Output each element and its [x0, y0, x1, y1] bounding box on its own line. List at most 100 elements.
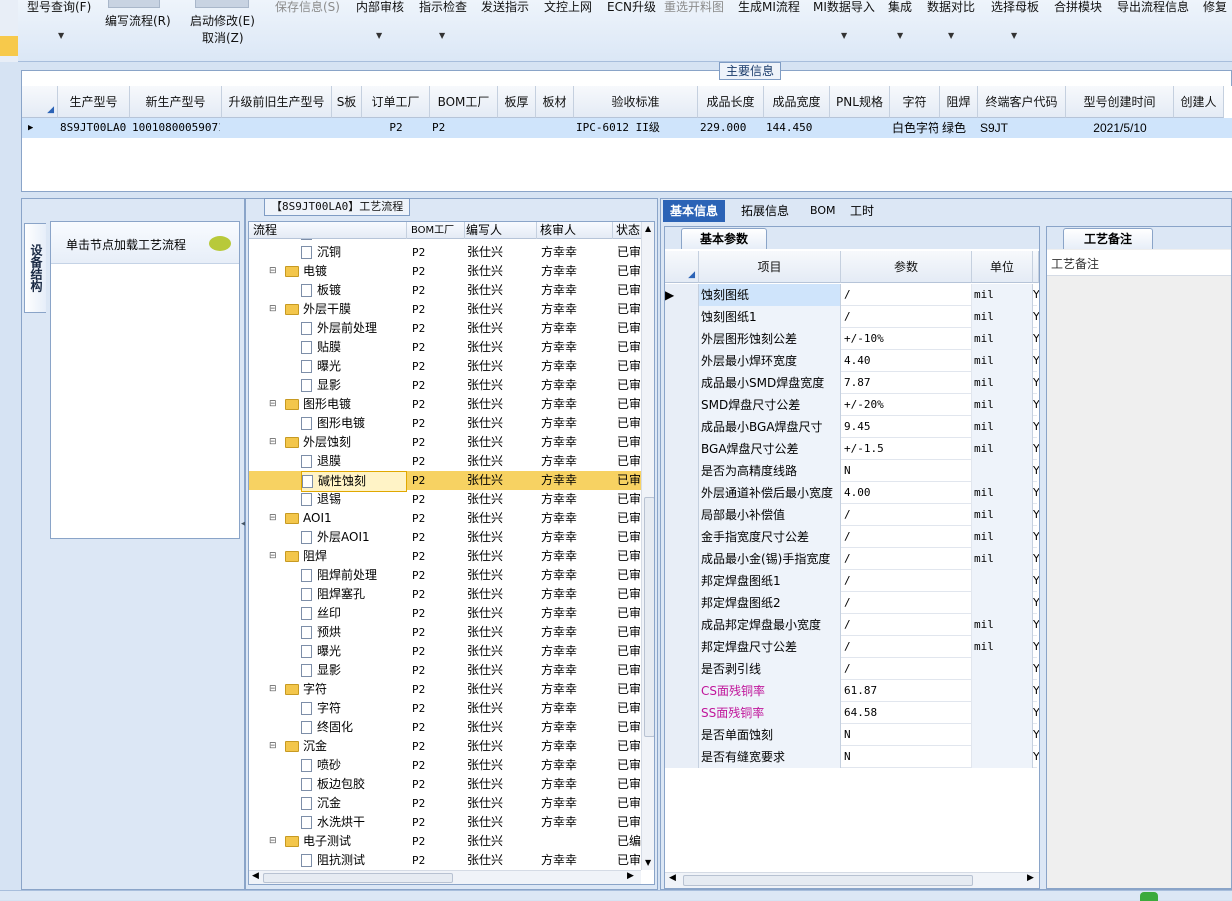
tree-node[interactable]: 阻抗测试 P2 张仕兴 方幸幸 已审 [249, 851, 654, 869]
param-value[interactable]: N [841, 724, 972, 746]
tree-node[interactable]: 贴膜 P2 张仕兴 方幸幸 已审 [249, 338, 654, 357]
tree-node[interactable]: 喷砂 P2 张仕兴 方幸幸 已审 [249, 756, 654, 775]
doc-control-upload-button[interactable]: 文控上网 [544, 0, 592, 15]
scroll-right-icon[interactable]: ▶ [627, 871, 634, 881]
chevron-down-icon[interactable]: ▼ [439, 31, 445, 40]
param-value[interactable]: 4.00 [841, 482, 972, 504]
param-value[interactable]: 9.45 [841, 416, 972, 438]
param-row[interactable]: 外层通道补偿后最小宽度 4.00 mil Y [665, 482, 1039, 504]
tab-equipment-structure[interactable]: 设备结构 [24, 223, 46, 313]
scroll-up-icon[interactable]: ▲ [645, 224, 651, 233]
export-flow-info-button[interactable]: 导出流程信息 [1117, 0, 1189, 15]
tree-node[interactable]: 沉金 P2 张仕兴 方幸幸 已审 [249, 794, 654, 813]
scroll-down-icon[interactable]: ▼ [645, 858, 651, 867]
tree-node[interactable]: 曝光 P2 张仕兴 方幸幸 已审 [249, 357, 654, 376]
param-row[interactable]: 成品最小BGA焊盘尺寸 9.45 mil Y [665, 416, 1039, 438]
column-header[interactable]: 板材 [536, 86, 574, 118]
write-flow-button[interactable]: 编写流程(R) [105, 12, 171, 29]
scroll-right-icon[interactable]: ▶ [1027, 873, 1034, 883]
param-row[interactable]: 局部最小补偿值 / mil Y [665, 504, 1039, 526]
integrate-button[interactable]: 集成 [888, 0, 912, 15]
internal-review-button[interactable]: 内部审核 [356, 0, 404, 15]
tree-node[interactable]: ⊟ 外层干膜 P2 张仕兴 方幸幸 已审 [249, 300, 654, 319]
start-modify-button[interactable]: 启动修改(E) [190, 12, 255, 29]
param-value[interactable]: / [841, 526, 972, 548]
param-value[interactable]: / [841, 614, 972, 636]
param-value[interactable]: / [841, 284, 972, 306]
tree-node[interactable]: 显影 P2 张仕兴 方幸幸 已审 [249, 376, 654, 395]
generate-mi-flow-button[interactable]: 生成MI流程 [738, 0, 800, 15]
tree-node[interactable]: 退膜 P2 张仕兴 方幸幸 已审 [249, 452, 654, 471]
param-value[interactable]: 61.87 [841, 680, 972, 702]
param-value[interactable]: +/-1.5 [841, 438, 972, 460]
column-header[interactable]: 订单工厂 [362, 86, 430, 118]
chevron-down-icon[interactable]: ▼ [58, 31, 64, 40]
column-header[interactable]: 新生产型号 [130, 86, 222, 118]
col-item[interactable]: 项目 [699, 251, 841, 283]
hscrollbar-thumb[interactable] [683, 875, 973, 886]
tree-node[interactable]: ⊟ 外层蚀刻 P2 张仕兴 方幸幸 已审 [249, 433, 654, 452]
tree-node[interactable]: 外层AOI1 P2 张仕兴 方幸幸 已审 [249, 528, 654, 547]
chevron-down-icon[interactable]: ▼ [376, 31, 382, 40]
scroll-left-icon[interactable]: ◀ [669, 873, 676, 883]
param-row[interactable]: CS面残铜率 61.87 Y [665, 680, 1039, 702]
param-row[interactable]: 成品最小SMD焊盘宽度 7.87 mil Y [665, 372, 1039, 394]
chevron-down-icon[interactable]: ▼ [897, 31, 903, 40]
param-row[interactable]: 是否单面蚀刻 N Y [665, 724, 1039, 746]
tree-node[interactable]: 字符 P2 张仕兴 方幸幸 已审 [249, 699, 654, 718]
params-hscrollbar[interactable]: ◀ ▶ [665, 872, 1039, 888]
collapse-toggle-icon[interactable]: ⊟ [269, 433, 277, 452]
param-value[interactable]: / [841, 570, 972, 592]
param-row[interactable]: 是否为高精度线路 N Y [665, 460, 1039, 482]
tree-node[interactable]: ⊟ 电镀 P2 张仕兴 方幸幸 已审 [249, 262, 654, 281]
param-row[interactable]: 是否有缝宽要求 N Y [665, 746, 1039, 768]
column-header[interactable]: 核审人 [539, 222, 613, 239]
param-value[interactable]: 7.87 [841, 372, 972, 394]
collapse-toggle-icon[interactable]: ⊟ [269, 262, 277, 281]
reselect-cutting-diagram-button[interactable]: 重选开料图 [664, 0, 724, 15]
column-header[interactable]: 编写人 [465, 222, 537, 239]
chevron-down-icon[interactable]: ▼ [1011, 31, 1017, 40]
subtab-basic-params[interactable]: 基本参数 [681, 228, 768, 249]
select-master-board-button[interactable]: 选择母板 [991, 0, 1039, 15]
param-row[interactable]: 是否剥引线 / Y [665, 658, 1039, 680]
param-value[interactable]: / [841, 658, 972, 680]
param-row[interactable]: 成品邦定焊盘最小宽度 / mil Y [665, 614, 1039, 636]
param-row[interactable]: SS面残铜率 64.58 Y [665, 702, 1039, 724]
scrollbar-thumb[interactable] [644, 497, 654, 737]
collapse-toggle-icon[interactable]: ⊟ [269, 395, 277, 414]
tree-node[interactable]: 曝光 P2 张仕兴 方幸幸 已审 [249, 642, 654, 661]
tree-node[interactable]: ⊟ AOI1 P2 张仕兴 方幸幸 已审 [249, 509, 654, 528]
collapse-toggle-icon[interactable]: ⊟ [269, 680, 277, 699]
param-row[interactable]: 外层图形蚀刻公差 +/-10% mil Y [665, 328, 1039, 350]
tab-basic-info[interactable]: 基本信息 [663, 200, 726, 222]
vertical-scrollbar[interactable]: ▲ ▼ [641, 222, 654, 870]
collapse-toggle-icon[interactable]: ⊟ [269, 832, 277, 851]
table-row[interactable]: ▶ 8S9JT00LA0 10010800059071 P2 P2 IPC-6012 I… [22, 118, 1232, 138]
collapse-toggle-icon[interactable]: ⊟ [269, 737, 277, 756]
model-query-button[interactable]: 型号查询(F) [27, 0, 91, 15]
param-value[interactable]: 64.58 [841, 702, 972, 724]
param-row[interactable]: ▶ 蚀刻图纸 / mil Y [665, 284, 1039, 306]
chevron-down-icon[interactable]: ▼ [841, 31, 847, 40]
column-header[interactable]: 流程 [252, 222, 407, 239]
mi-data-import-button[interactable]: MI数据导入 [813, 0, 875, 15]
instruction-check-button[interactable]: 指示检查 [419, 0, 467, 15]
param-row[interactable]: 外层最小焊环宽度 4.40 mil Y [665, 350, 1039, 372]
hscrollbar-thumb[interactable] [263, 873, 453, 883]
param-row[interactable]: 金手指宽度尺寸公差 / mil Y [665, 526, 1039, 548]
tree-node[interactable]: ⊟ 沉金 P2 张仕兴 方幸幸 已审 [249, 737, 654, 756]
cancel-button[interactable]: 取消(Z) [202, 29, 244, 46]
speech-bubble-icon[interactable] [209, 236, 231, 251]
param-value[interactable]: +/-10% [841, 328, 972, 350]
data-compare-button[interactable]: 数据对比 [927, 0, 975, 15]
column-header[interactable]: BOM工厂 [430, 86, 498, 118]
tree-node[interactable]: 水洗烘干 P2 张仕兴 方幸幸 已审 [249, 813, 654, 832]
tree-node[interactable]: 板镀 P2 张仕兴 方幸幸 已审 [249, 281, 654, 300]
tree-node[interactable]: 丝印 P2 张仕兴 方幸幸 已审 [249, 604, 654, 623]
column-header[interactable]: 阻焊 [940, 86, 978, 118]
param-row[interactable]: 邦定焊盘尺寸公差 / mil Y [665, 636, 1039, 658]
tree-node[interactable]: 终固化 P2 张仕兴 方幸幸 已审 [249, 718, 654, 737]
merge-module-button[interactable]: 合拼模块 [1054, 0, 1102, 15]
save-info-button[interactable]: 保存信息(S) [275, 0, 340, 15]
